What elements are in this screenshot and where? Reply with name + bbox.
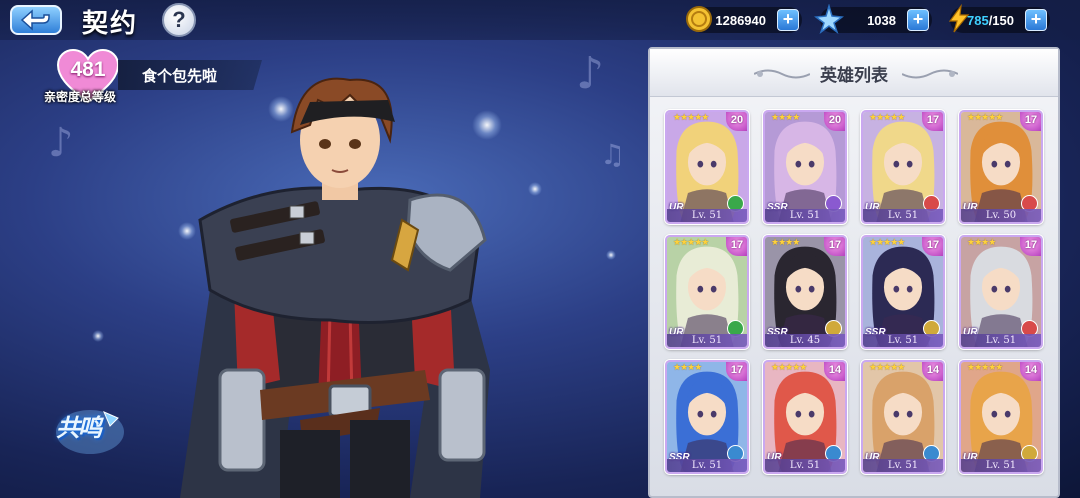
hero-stars: ★★★★★ <box>869 362 905 372</box>
hero-stars: ★★★★ <box>673 362 702 372</box>
hero-affinity-badge: 17 <box>824 237 845 256</box>
hero-stars: ★★★★★ <box>869 112 905 122</box>
sparkle-decoration <box>528 182 542 196</box>
add-gold-button[interactable]: + <box>777 9 799 31</box>
hero-affinity-badge: 17 <box>726 237 747 256</box>
resonance-label: 共鸣 <box>56 414 102 442</box>
help-icon: ? <box>172 7 186 32</box>
hero-card[interactable]: ★★★★★ 14 UR Lv. 51 <box>763 360 847 474</box>
top-bar: 契约 ? 1286940 + 1038 + 785/150 + <box>0 0 1080 40</box>
hero-level: Lv. 51 <box>765 209 845 222</box>
hero-level: Lv. 45 <box>765 334 845 347</box>
hero-level: Lv. 51 <box>961 334 1041 347</box>
ornament-right-icon <box>902 69 958 79</box>
music-note-decoration: ♪ <box>576 48 605 99</box>
hero-level: Lv. 51 <box>863 209 943 222</box>
gold-coin-icon <box>686 6 712 32</box>
hero-affinity-badge: 14 <box>824 362 845 381</box>
add-crystal-button[interactable]: + <box>907 9 929 31</box>
hero-affinity-badge: 17 <box>922 237 943 256</box>
hero-card[interactable]: ★★★★★ 20 UR Lv. 51 <box>665 110 749 224</box>
hero-level: Lv. 51 <box>667 334 747 347</box>
hero-card[interactable]: ★★★★★ 17 UR Lv. 50 <box>959 110 1043 224</box>
music-note-decoration: ♫ <box>600 138 626 171</box>
affinity-level: 481 <box>70 58 106 81</box>
hero-level: Lv. 50 <box>961 209 1041 222</box>
hero-stars: ★★★★★ <box>967 112 1003 122</box>
hero-list-header: 英雄列表 <box>650 49 1058 97</box>
hero-affinity-badge: 14 <box>1020 362 1041 381</box>
hero-stars: ★★★★ <box>771 112 800 122</box>
hero-affinity-badge: 20 <box>726 112 747 131</box>
page-title: 契约 <box>82 9 139 39</box>
hero-level: Lv. 51 <box>667 459 747 472</box>
hero-card[interactable]: ★★★★★ 14 UR Lv. 51 <box>959 360 1043 474</box>
hero-affinity-badge: 17 <box>922 112 943 131</box>
blue-star-crystal-icon <box>814 4 844 34</box>
hero-card[interactable]: ★★★★ 17 SSR Lv. 45 <box>763 235 847 349</box>
hero-card[interactable]: ★★★★★ 17 UR Lv. 51 <box>861 110 945 224</box>
affinity-label: 亲密度总等级 <box>44 90 117 104</box>
hero-list-title: 英雄列表 <box>820 66 888 85</box>
crystal-counter: 1038 + <box>814 4 932 34</box>
hero-stars: ★★★★★ <box>673 237 709 247</box>
hero-card[interactable]: ★★★★ 20 SSR Lv. 51 <box>763 110 847 224</box>
hero-level: Lv. 51 <box>765 459 845 472</box>
hero-level: Lv. 51 <box>961 459 1041 472</box>
hero-level: Lv. 51 <box>667 209 747 222</box>
hero-card[interactable]: ★★★★ 17 SSR Lv. 51 <box>665 360 749 474</box>
music-note-decoration: ♪ <box>48 120 74 166</box>
stamina-counter: 785/150 + <box>948 4 1050 33</box>
stamina-max: /150 <box>988 12 1014 28</box>
sparkle-decoration <box>92 330 104 342</box>
hero-level: Lv. 51 <box>863 459 943 472</box>
back-button[interactable] <box>10 5 62 35</box>
hero-affinity-badge: 17 <box>1020 237 1041 256</box>
crystal-value: 1038 <box>867 12 896 28</box>
hero-card[interactable]: ★★★★★ 17 SSR Lv. 51 <box>861 235 945 349</box>
hero-card[interactable]: ★★★★★ 14 UR Lv. 51 <box>861 360 945 474</box>
hero-stars: ★★★★★ <box>771 362 807 372</box>
stamina-value: 785/150 <box>967 13 1014 28</box>
character-portrait[interactable] <box>150 70 530 498</box>
gold-counter: 1286940 + <box>686 6 802 33</box>
sparkle-decoration <box>606 250 616 260</box>
hero-affinity-badge: 20 <box>824 112 845 131</box>
add-stamina-button[interactable]: + <box>1025 9 1047 31</box>
stamina-current: 785 <box>966 12 989 28</box>
hero-card[interactable]: ★★★★ 17 UR Lv. 51 <box>959 235 1043 349</box>
hero-stars: ★★★★ <box>967 237 996 247</box>
hero-affinity-badge: 17 <box>1020 112 1041 131</box>
gold-value: 1286940 <box>715 12 766 28</box>
hero-stars: ★★★★★ <box>869 237 905 247</box>
hero-affinity-badge: 14 <box>922 362 943 381</box>
hero-stars: ★★★★ <box>771 237 800 247</box>
hero-level: Lv. 51 <box>863 334 943 347</box>
hero-stars: ★★★★★ <box>673 112 709 122</box>
hero-card[interactable]: ★★★★★ 17 UR Lv. 51 <box>665 235 749 349</box>
hero-stars: ★★★★★ <box>967 362 1003 372</box>
help-button[interactable]: ? <box>162 3 196 37</box>
hero-affinity-badge: 17 <box>726 362 747 381</box>
back-arrow-icon <box>20 9 50 31</box>
hero-list-panel: 英雄列表 ★★★★★ 20 UR Lv. 51 ★★★★ 20 SSR Lv. 51 ★★★★★… <box>648 47 1060 498</box>
